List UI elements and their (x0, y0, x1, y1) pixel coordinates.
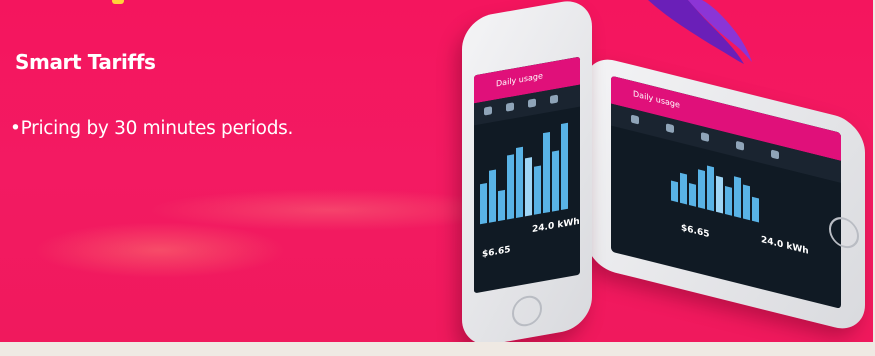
tab-icon (736, 140, 744, 151)
chart-bar (489, 169, 496, 223)
phone-front: Daily usage 24.0 kWh $6.65 (462, 0, 592, 342)
home-button (512, 293, 542, 329)
chart-bar (734, 176, 741, 218)
app-title: Daily usage (496, 71, 543, 89)
tab-icon (528, 98, 536, 108)
chart-bar (561, 122, 568, 211)
tab-icon (631, 114, 639, 125)
chart-bar (480, 183, 487, 225)
slide: Smart Tariffs •Pricing by 30 minutes per… (0, 0, 873, 342)
chart-bar (534, 165, 541, 215)
usage-chart (480, 117, 576, 225)
bullet-point: •Pricing by 30 minutes periods. (10, 118, 294, 139)
usage-value: 24.0 kWh (532, 216, 580, 236)
phone-back-screen: Daily usage 24.0 kWh $6.65 (611, 75, 841, 309)
chart-bar (680, 172, 687, 205)
app-title: Daily usage (633, 89, 680, 110)
chart-bar (698, 169, 705, 210)
cost-value: $6.65 (681, 223, 710, 241)
usage-value: 24.0 kWh (761, 234, 809, 257)
ribbon-decoration (648, 0, 752, 64)
chart-bar (516, 146, 523, 218)
tab-icon (771, 149, 779, 160)
page-edge (0, 342, 875, 356)
tab-icon (550, 94, 558, 104)
accent-mark (112, 0, 124, 4)
tab-icon (666, 123, 674, 134)
chart-bar (707, 165, 714, 212)
chart-bar (543, 131, 550, 214)
chart-bar (689, 183, 696, 207)
tab-icon (484, 106, 492, 116)
tab-icon (701, 132, 709, 143)
chart-bar (525, 157, 532, 217)
chart-bar (552, 150, 559, 212)
cost-value: $6.65 (482, 244, 511, 260)
chart-bar (671, 180, 678, 203)
tab-icon (506, 102, 514, 112)
chart-bar (507, 154, 514, 220)
chart-bar (498, 189, 505, 222)
phone-front-screen: Daily usage 24.0 kWh $6.65 (474, 56, 580, 294)
chart-bar (716, 175, 723, 214)
chart-bar (725, 186, 732, 216)
slide-title: Smart Tariffs (15, 50, 156, 74)
phone-back: Daily usage 24.0 kWh $6.65 (585, 53, 865, 335)
chart-bar (752, 196, 759, 223)
chart-bar (743, 184, 750, 221)
